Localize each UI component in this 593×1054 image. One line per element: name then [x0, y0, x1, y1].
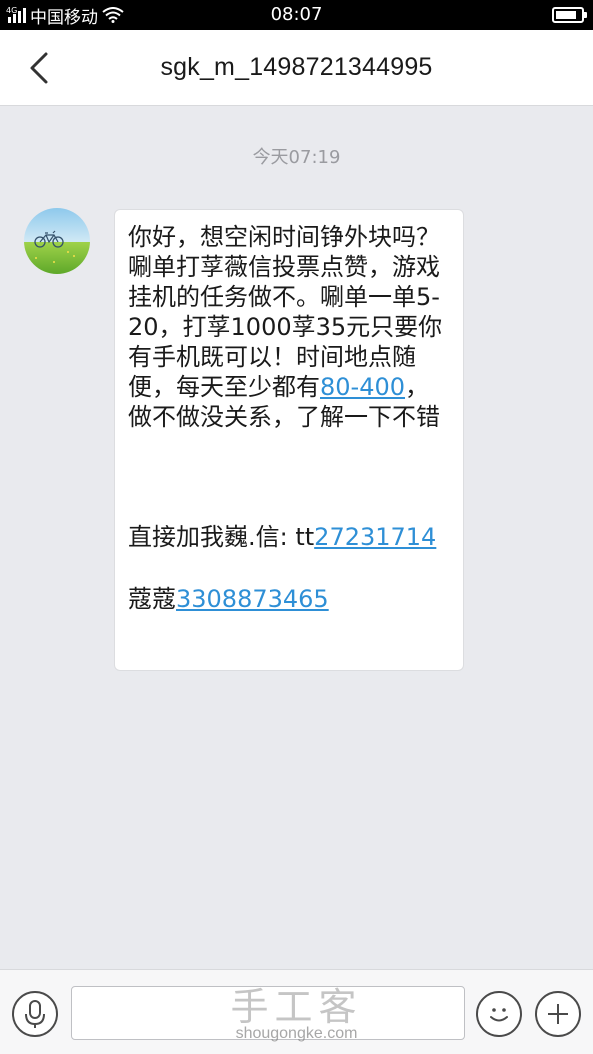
status-bar: 4G 中国移动 08:07 [0, 0, 593, 30]
contact-line: 直接加我巍.信: tt27231714 [128, 522, 451, 552]
message-body: 你好，想空闲时间铮外块吗？唰单打莩薇信投票点赞，游戏挂机的任务做不。唰单一单5-… [128, 222, 451, 432]
smiley-icon [490, 1008, 508, 1022]
plus-icon [548, 1004, 568, 1024]
bicycle-meadow-image [24, 208, 90, 274]
message-bubble[interactable]: 你好，想空闲时间铮外块吗？唰单打莩薇信投票点赞，游戏挂机的任务做不。唰单一单5-… [114, 209, 464, 671]
status-time: 08:07 [270, 4, 323, 25]
contact-title: sgk_m_1498721344995 [160, 53, 433, 81]
message-timestamp: 今天07:19 [252, 147, 341, 168]
input-bar [0, 969, 593, 1054]
voice-input-button[interactable] [12, 991, 58, 1037]
phone-line: 蔻蔻3308873465 [128, 584, 451, 614]
battery-icon [552, 7, 587, 23]
phone-number-link[interactable]: 3308873465 [176, 585, 329, 613]
contact-avatar[interactable] [24, 208, 90, 274]
battery-fill [556, 11, 576, 19]
message-input[interactable] [71, 986, 465, 1040]
add-attachment-button[interactable] [535, 991, 581, 1037]
contact-id-link[interactable]: 27231714 [314, 523, 436, 551]
emoji-button[interactable] [476, 991, 522, 1037]
microphone-icon [25, 1000, 45, 1028]
conversation-header: sgk_m_1498721344995 [0, 30, 593, 106]
phone-prefix: 蔻蔻 [128, 585, 176, 613]
amount-link[interactable]: 80-400 [320, 373, 405, 401]
contact-prefix: 直接加我巍.信: tt [128, 523, 315, 551]
